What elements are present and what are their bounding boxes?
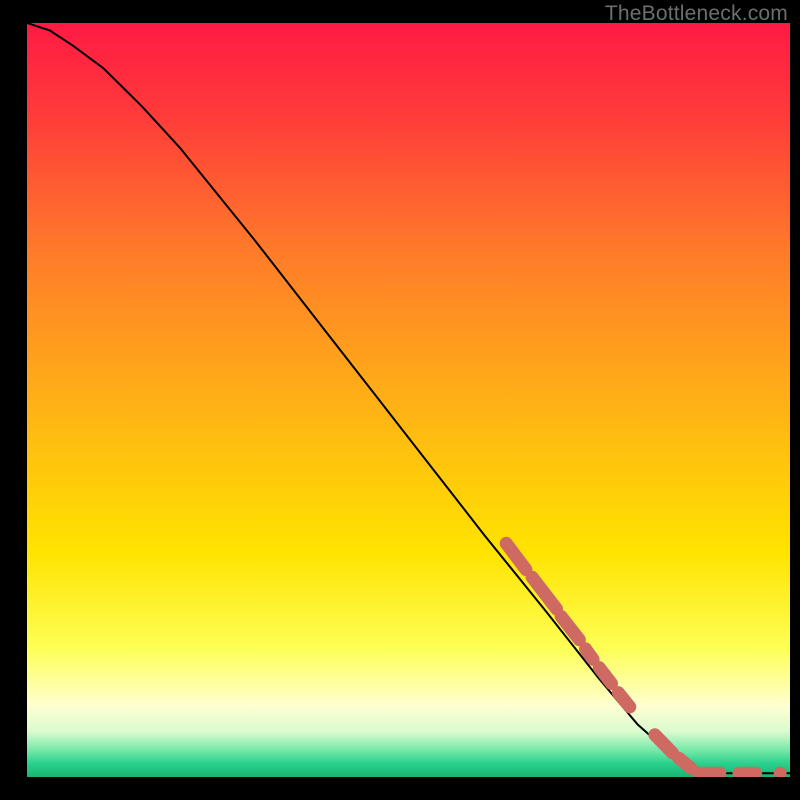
dash-segment: [586, 649, 594, 660]
plot-background: [27, 23, 790, 777]
dash-segment: [618, 693, 630, 707]
dash-segment: [679, 758, 691, 768]
chart-stage: TheBottleneck.com: [0, 0, 800, 800]
watermark-text: TheBottleneck.com: [605, 2, 788, 26]
chart-svg: [27, 23, 790, 777]
